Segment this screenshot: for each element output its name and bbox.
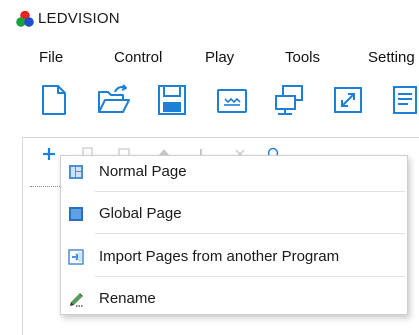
rename-icon	[70, 293, 83, 307]
tree-connector-line	[30, 186, 60, 187]
menu-item-label: Normal Page	[99, 163, 187, 180]
led-screen-icon	[217, 89, 247, 113]
menu-separator	[95, 233, 405, 234]
menu-item-global-page[interactable]: Global Page	[62, 199, 406, 229]
open-button[interactable]	[96, 82, 132, 118]
menu-play[interactable]: Play	[205, 48, 234, 68]
menu-separator	[95, 276, 405, 277]
menu-item-label: Global Page	[99, 205, 182, 222]
app-window: LEDVISION File Control Play Tools Settin…	[0, 0, 419, 335]
screen-button[interactable]	[214, 82, 250, 118]
menu-item-import-pages[interactable]: Import Pages from another Program	[62, 242, 406, 272]
fullscreen-button[interactable]	[330, 82, 366, 118]
new-button[interactable]	[36, 82, 72, 118]
save-icon	[158, 85, 186, 115]
ledvision-logo-icon	[16, 10, 34, 27]
network-computer-icon	[275, 85, 303, 115]
add-page-context-menu: Normal Page Global Page Import Pages fro…	[60, 155, 408, 315]
menu-item-label: Rename	[99, 290, 156, 307]
normal-page-icon	[69, 165, 83, 179]
document-edit-icon	[393, 86, 417, 114]
network-button[interactable]	[272, 82, 308, 118]
menu-control[interactable]: Control	[114, 48, 162, 68]
menu-item-normal-page[interactable]: Normal Page	[62, 157, 406, 187]
menu-setting[interactable]: Setting	[368, 48, 415, 68]
title-bar: LEDVISION	[0, 0, 419, 40]
menu-tools[interactable]: Tools	[285, 48, 320, 68]
open-folder-icon	[98, 84, 130, 113]
document-button[interactable]	[388, 82, 419, 118]
fullscreen-icon	[334, 87, 362, 113]
menu-file[interactable]: File	[39, 48, 63, 68]
import-pages-icon	[68, 249, 84, 265]
save-button[interactable]	[154, 82, 190, 118]
add-page-icon[interactable]	[41, 146, 57, 162]
toolbar	[0, 78, 419, 122]
menu-item-label: Import Pages from another Program	[99, 248, 340, 265]
app-title: LEDVISION	[38, 10, 120, 27]
menu-item-rename[interactable]: Rename	[62, 284, 406, 314]
global-page-icon	[69, 207, 83, 221]
menu-bar: File Control Play Tools Setting	[0, 40, 419, 78]
new-file-icon	[42, 85, 66, 115]
menu-separator	[95, 191, 405, 192]
